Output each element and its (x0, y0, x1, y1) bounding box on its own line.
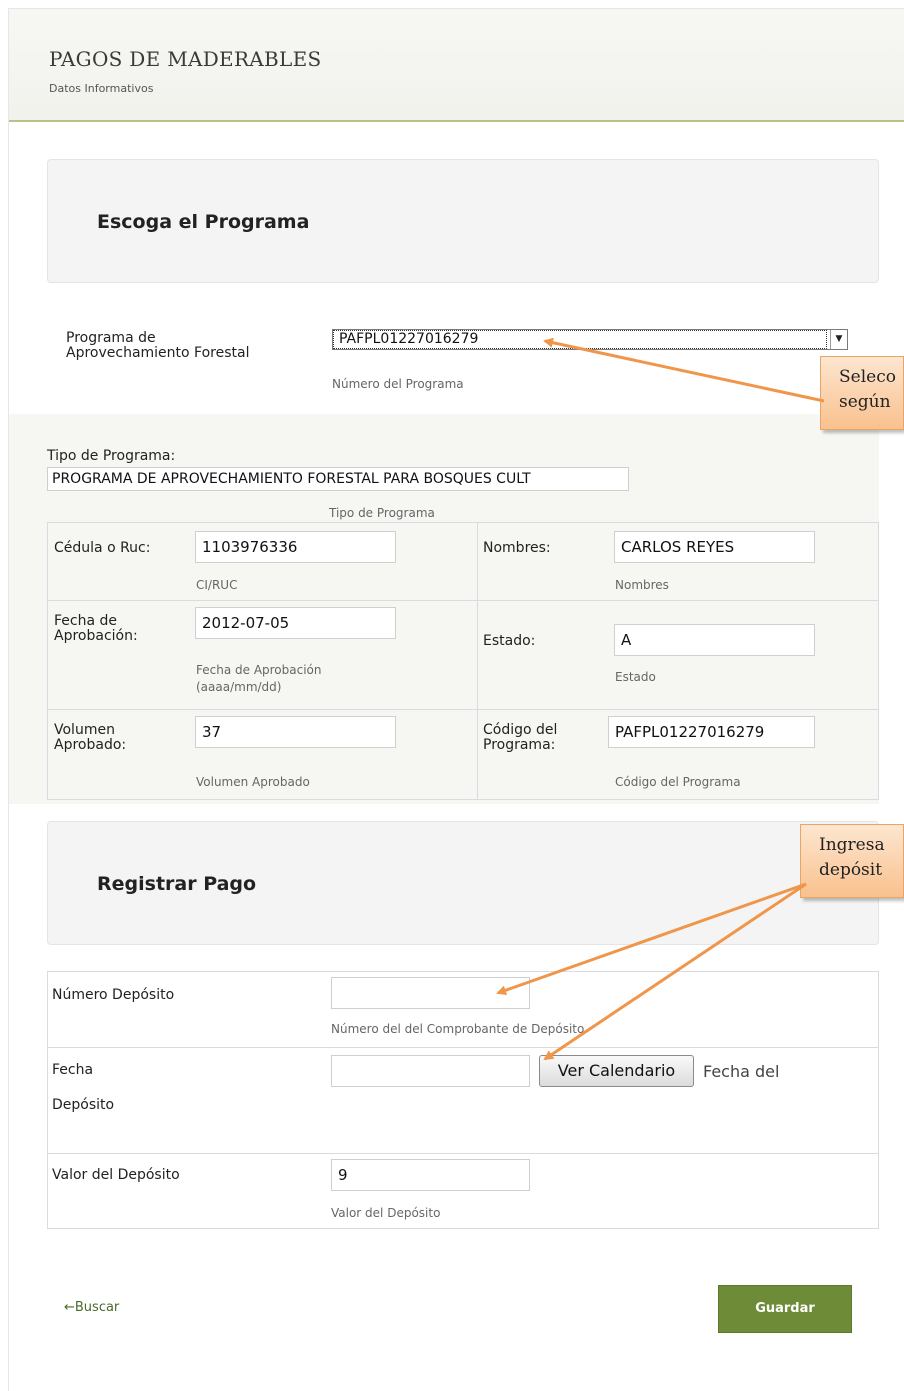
arrow-to-ver-calendario (543, 882, 807, 1061)
arrow-to-numero-deposito (496, 882, 807, 996)
annotation-arrows (496, 337, 825, 1061)
arrow-to-programa-select (543, 337, 825, 403)
